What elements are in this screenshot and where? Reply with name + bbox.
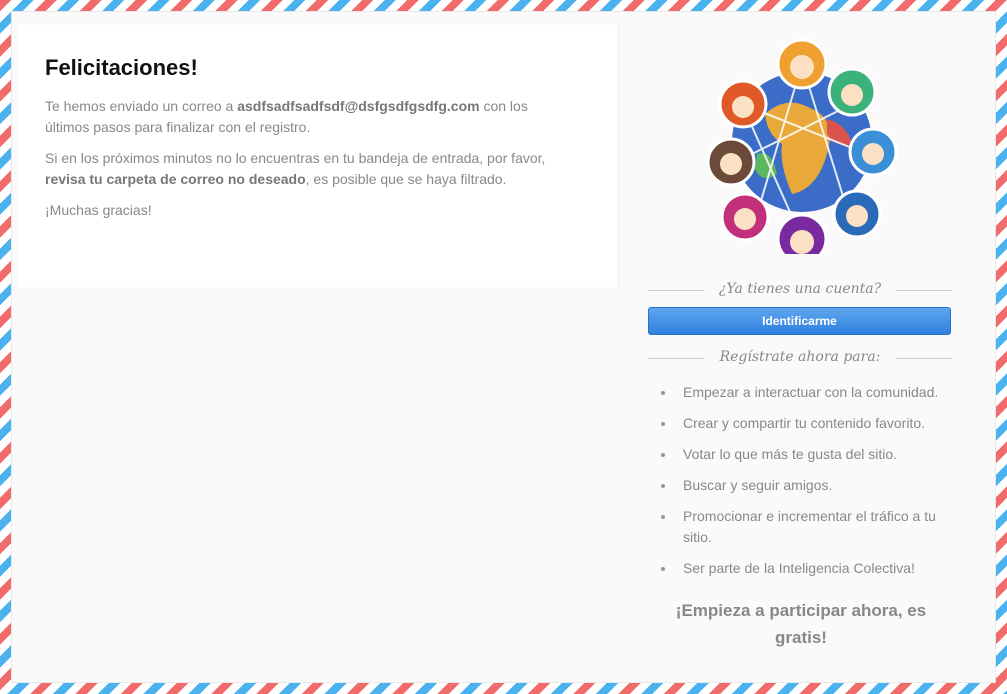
login-button[interactable]: Identificarme	[648, 307, 951, 335]
bullet-dot-icon	[661, 515, 665, 519]
list-item: Empezar a interactuar con la comunidad.	[658, 382, 948, 403]
sidebar: ¿Ya tienes una cuenta? Identificarme Reg…	[632, 12, 952, 682]
register-heading: Regístrate ahora para:	[719, 349, 881, 365]
register-separator: Regístrate ahora para:	[648, 348, 952, 368]
bullet-dot-icon	[661, 422, 665, 426]
bullet-dot-icon	[661, 484, 665, 488]
list-item: Promocionar e incrementar el tráfico a t…	[658, 506, 948, 548]
thanks-message: ¡Muchas gracias!	[45, 202, 152, 218]
spam-folder-message: Si en los próximos minutos no lo encuent…	[45, 150, 546, 187]
email-sent-message: Te hemos enviado un correo a asdfsadfsad…	[45, 98, 528, 135]
bullet-dot-icon	[661, 567, 665, 571]
page-content: Felicitaciones! Te hemos enviado un corr…	[11, 11, 996, 683]
account-separator: ¿Ya tienes una cuenta?	[648, 280, 952, 300]
account-question: ¿Ya tienes una cuenta?	[718, 281, 882, 297]
page-title: Felicitaciones!	[45, 55, 198, 80]
email-address: asdfsadfsadfsdf@dsfgsdfgsdfg.com	[237, 98, 480, 114]
call-to-action: ¡Empieza a participar ahora, es gratis!	[675, 601, 927, 647]
list-item: Crear y compartir tu contenido favorito.	[658, 413, 948, 434]
spam-folder-emphasis: revisa tu carpeta de correo no deseado	[45, 171, 306, 187]
column-divider	[618, 25, 619, 287]
benefits-list: Empezar a interactuar con la comunidad. …	[658, 382, 948, 589]
list-item: Ser parte de la Inteligencia Colectiva!	[658, 558, 948, 579]
bullet-dot-icon	[661, 453, 665, 457]
airmail-envelope-border: Felicitaciones! Te hemos enviado un corr…	[0, 0, 1007, 694]
community-globe-illustration	[706, 38, 898, 254]
list-item: Votar lo que más te gusta del sitio.	[658, 444, 948, 465]
list-item: Buscar y seguir amigos.	[658, 475, 948, 496]
bullet-dot-icon	[661, 391, 665, 395]
confirmation-card: Felicitaciones! Te hemos enviado un corr…	[18, 25, 618, 287]
